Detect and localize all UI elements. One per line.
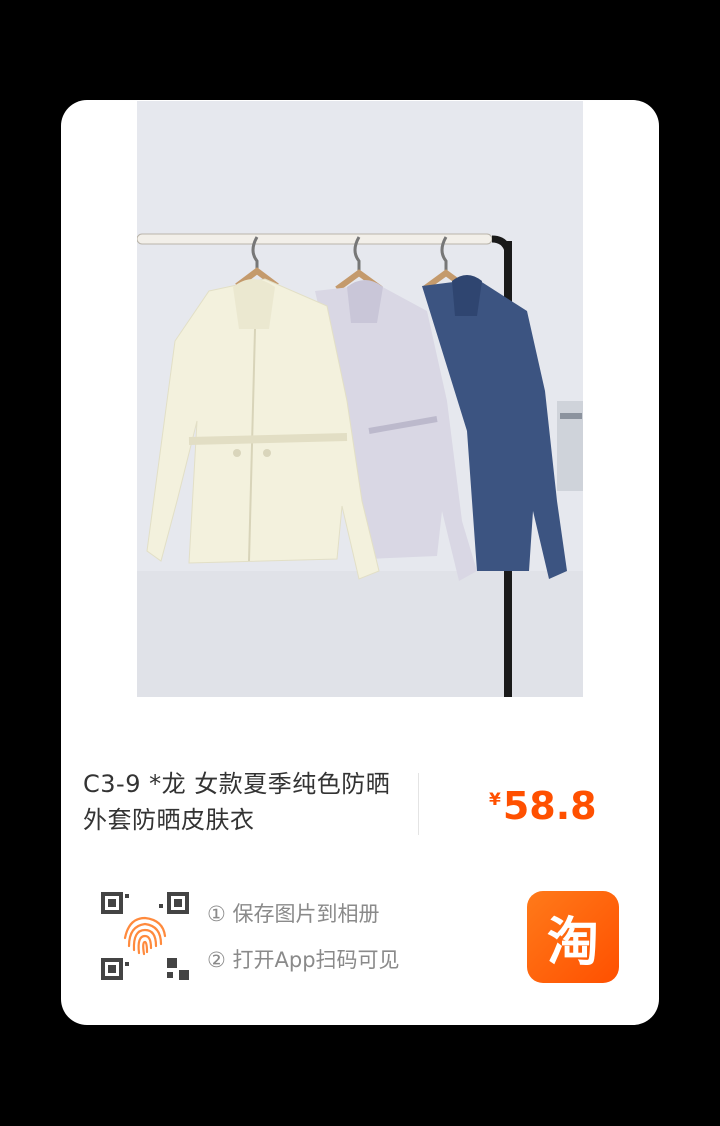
- taobao-logo-icon[interactable]: 淘: [527, 891, 619, 983]
- product-price: ¥58.8: [489, 784, 597, 828]
- product-image[interactable]: [137, 101, 583, 697]
- product-photo-illustration: [137, 101, 583, 697]
- product-title: C3-9 *龙 女款夏季纯色防晒外套防晒皮肤衣: [83, 770, 391, 834]
- instruction-save-image: ① 保存图片到相册: [207, 902, 380, 926]
- price-currency: ¥: [489, 790, 501, 810]
- price-value: 58.8: [502, 784, 597, 828]
- instruction-open-app: ② 打开App扫码可见: [207, 948, 400, 972]
- fingerprint-icon: [123, 916, 167, 956]
- app-logo-text: 淘: [546, 912, 599, 973]
- divider: [418, 773, 419, 835]
- product-share-card: C3-9 *龙 女款夏季纯色防晒外套防晒皮肤衣 ¥58.8 ① 保存图片到相册 …: [61, 100, 659, 1025]
- qr-code-icon[interactable]: [99, 890, 191, 982]
